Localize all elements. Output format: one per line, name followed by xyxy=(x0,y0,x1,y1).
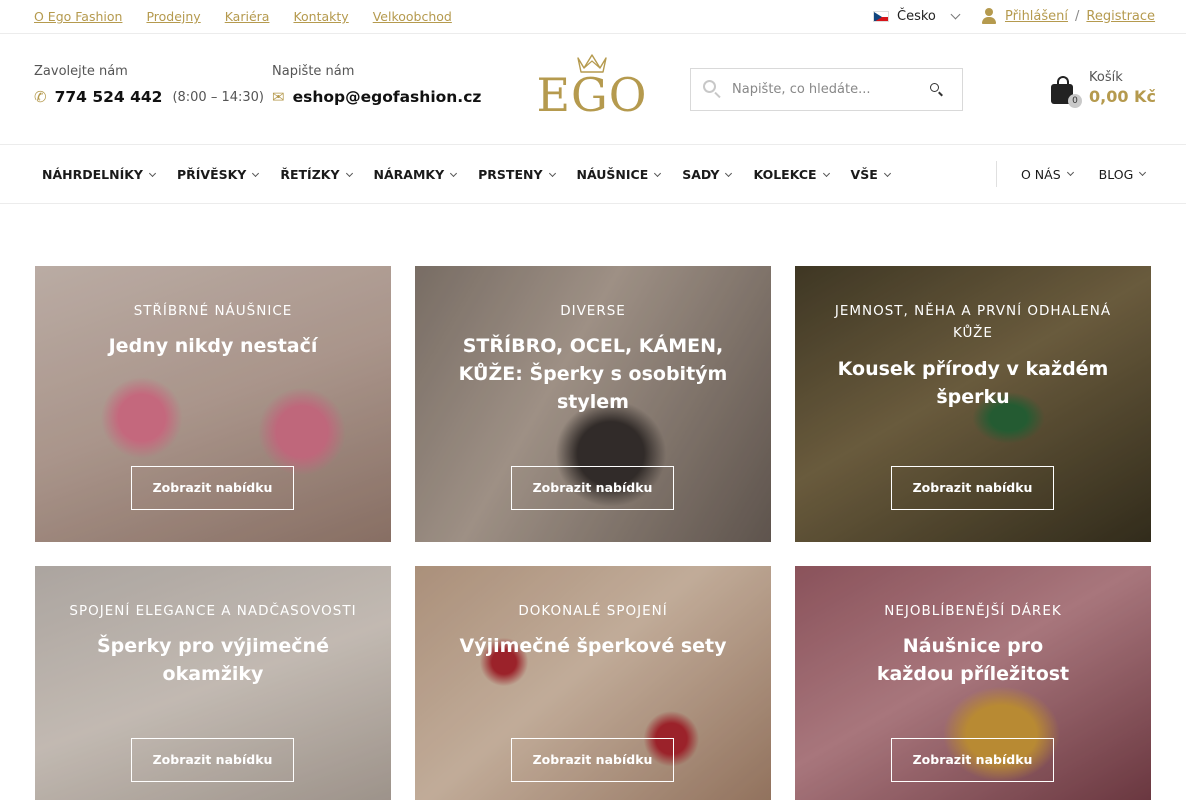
link-contacts[interactable]: Kontakty xyxy=(293,9,348,24)
nav-item-necklaces[interactable]: NÁHRDELNÍKY xyxy=(42,167,156,182)
tile-title: Jedny nikdy nestačí xyxy=(108,335,318,357)
tile-kicker: JEMNOST, NĚHA A PRVNÍ ODHALENÁ KŮŽE xyxy=(834,303,1112,341)
promo-tile-sets[interactable]: DOKONALÉ SPOJENÍ Výjimečné šperkové sety… xyxy=(415,566,771,800)
chevron-down-icon xyxy=(654,169,662,177)
tile-title: Výjimečné šperkové sety xyxy=(459,635,727,657)
search-icon xyxy=(703,79,723,100)
tile-title: Kousek přírody v každém šperku xyxy=(837,358,1109,408)
tile-kicker: DIVERSE xyxy=(560,303,626,319)
phone-icon: ✆ xyxy=(34,88,47,106)
link-wholesale[interactable]: Velkoobchod xyxy=(373,9,452,24)
language-selector[interactable]: Česko xyxy=(873,9,961,24)
site-logo[interactable]: EGO xyxy=(530,52,654,126)
link-about[interactable]: O Ego Fashion xyxy=(34,9,122,24)
cart-amount: 0,00 Kč xyxy=(1089,87,1156,106)
chevron-down-icon xyxy=(450,169,458,177)
search-submit-icon[interactable] xyxy=(930,82,944,97)
language-label: Česko xyxy=(897,9,936,24)
main-navigation: NÁHRDELNÍKY PŘÍVĚSKY ŘETÍZKY NÁRAMKY PRS… xyxy=(0,144,1186,204)
chevron-down-icon xyxy=(1139,168,1147,177)
chevron-down-icon xyxy=(345,169,353,177)
nav-item-chains[interactable]: ŘETÍZKY xyxy=(280,167,353,182)
tile-title: Šperky pro výjimečné okamžiky xyxy=(97,635,329,685)
promo-tile-gift[interactable]: NEJOBLÍBENĚJŠÍ DÁREK Náušnice pro každou… xyxy=(795,566,1151,800)
show-offer-button[interactable]: Zobrazit nabídku xyxy=(891,738,1054,782)
chevron-down-icon xyxy=(725,169,733,177)
nav-item-pendants[interactable]: PŘÍVĚSKY xyxy=(177,167,260,182)
show-offer-button[interactable]: Zobrazit nabídku xyxy=(131,466,294,510)
cart-count-badge: 0 xyxy=(1068,94,1082,108)
tile-kicker: STŘÍBRNÉ NÁUŠNICE xyxy=(133,303,293,319)
nav-item-about[interactable]: O NÁS xyxy=(1021,167,1074,182)
nav-item-bracelets[interactable]: NÁRAMKY xyxy=(374,167,458,182)
link-stores[interactable]: Prodejny xyxy=(146,9,200,24)
tile-title: STŘÍBRO, OCEL, KÁMEN, KŮŽE: Šperky s oso… xyxy=(458,335,728,413)
shopping-bag-icon: 0 xyxy=(1051,76,1082,108)
phone-hours: (8:00 – 14:30) xyxy=(172,89,265,105)
chevron-down-icon xyxy=(548,169,556,177)
tile-kicker: DOKONALÉ SPOJENÍ xyxy=(518,603,668,619)
nav-item-collections[interactable]: KOLEKCE xyxy=(753,167,830,182)
search-input[interactable] xyxy=(732,82,922,97)
cart-label: Košík xyxy=(1089,70,1123,85)
login-link[interactable]: Přihlášení xyxy=(1005,9,1068,24)
chevron-down-icon xyxy=(1066,168,1074,177)
phone-contact: Zavolejte nám ✆ 774 524 442 (8:00 – 14:3… xyxy=(34,64,264,106)
promo-tile-elegance[interactable]: SPOJENÍ ELEGANCE A NADČASOVOSTI Šperky p… xyxy=(35,566,391,800)
promo-tile-silver-earrings[interactable]: STŘÍBRNÉ NÁUŠNICE Jedny nikdy nestačí Zo… xyxy=(35,266,391,542)
nav-item-all[interactable]: VŠE xyxy=(851,167,891,182)
show-offer-button[interactable]: Zobrazit nabídku xyxy=(511,738,674,782)
chevron-down-icon xyxy=(252,169,260,177)
show-offer-button[interactable]: Zobrazit nabídku xyxy=(891,466,1054,510)
tile-title: Náušnice pro každou příležitost xyxy=(876,635,1070,685)
promo-tile-diverse[interactable]: DIVERSE STŘÍBRO, OCEL, KÁMEN, KŮŽE: Šper… xyxy=(415,266,771,542)
account-links: Přihlášení / Registrace xyxy=(980,7,1155,25)
user-icon xyxy=(980,7,998,25)
top-links: O Ego Fashion Prodejny Kariéra Kontakty … xyxy=(34,9,452,24)
tile-kicker: SPOJENÍ ELEGANCE A NADČASOVOSTI xyxy=(69,603,357,619)
chevron-down-icon xyxy=(148,169,156,177)
show-offer-button[interactable]: Zobrazit nabídku xyxy=(131,738,294,782)
email-label: Napište nám xyxy=(272,64,355,79)
email-contact: Napište nám ✉ eshop@egofashion.cz xyxy=(272,64,481,106)
czech-flag-icon xyxy=(873,11,889,22)
chevron-down-icon xyxy=(883,169,891,177)
logo-text: EGO xyxy=(536,68,648,122)
phone-label: Zavolejte nám xyxy=(34,64,128,79)
top-bar: O Ego Fashion Prodejny Kariéra Kontakty … xyxy=(0,0,1186,34)
chevron-down-icon xyxy=(950,9,961,20)
chevron-down-icon xyxy=(822,169,830,177)
nav-item-rings[interactable]: PRSTENY xyxy=(478,167,556,182)
show-offer-button[interactable]: Zobrazit nabídku xyxy=(511,466,674,510)
promo-tile-nature[interactable]: JEMNOST, NĚHA A PRVNÍ ODHALENÁ KŮŽE Kous… xyxy=(795,266,1151,542)
tile-kicker: NEJOBLÍBENĚJŠÍ DÁREK xyxy=(884,603,1062,619)
search-box xyxy=(690,68,963,111)
email-address[interactable]: eshop@egofashion.cz xyxy=(293,88,482,106)
nav-item-earrings[interactable]: NÁUŠNICE xyxy=(577,167,662,182)
envelope-icon: ✉ xyxy=(272,88,285,106)
phone-number[interactable]: 774 524 442 xyxy=(55,88,163,106)
register-link[interactable]: Registrace xyxy=(1086,9,1155,24)
link-career[interactable]: Kariéra xyxy=(225,9,270,24)
cart[interactable]: 0 Košík 0,00 Kč xyxy=(1051,70,1156,108)
account-separator: / xyxy=(1075,8,1080,24)
nav-item-blog[interactable]: BLOG xyxy=(1099,167,1147,182)
nav-item-sets[interactable]: SADY xyxy=(682,167,733,182)
